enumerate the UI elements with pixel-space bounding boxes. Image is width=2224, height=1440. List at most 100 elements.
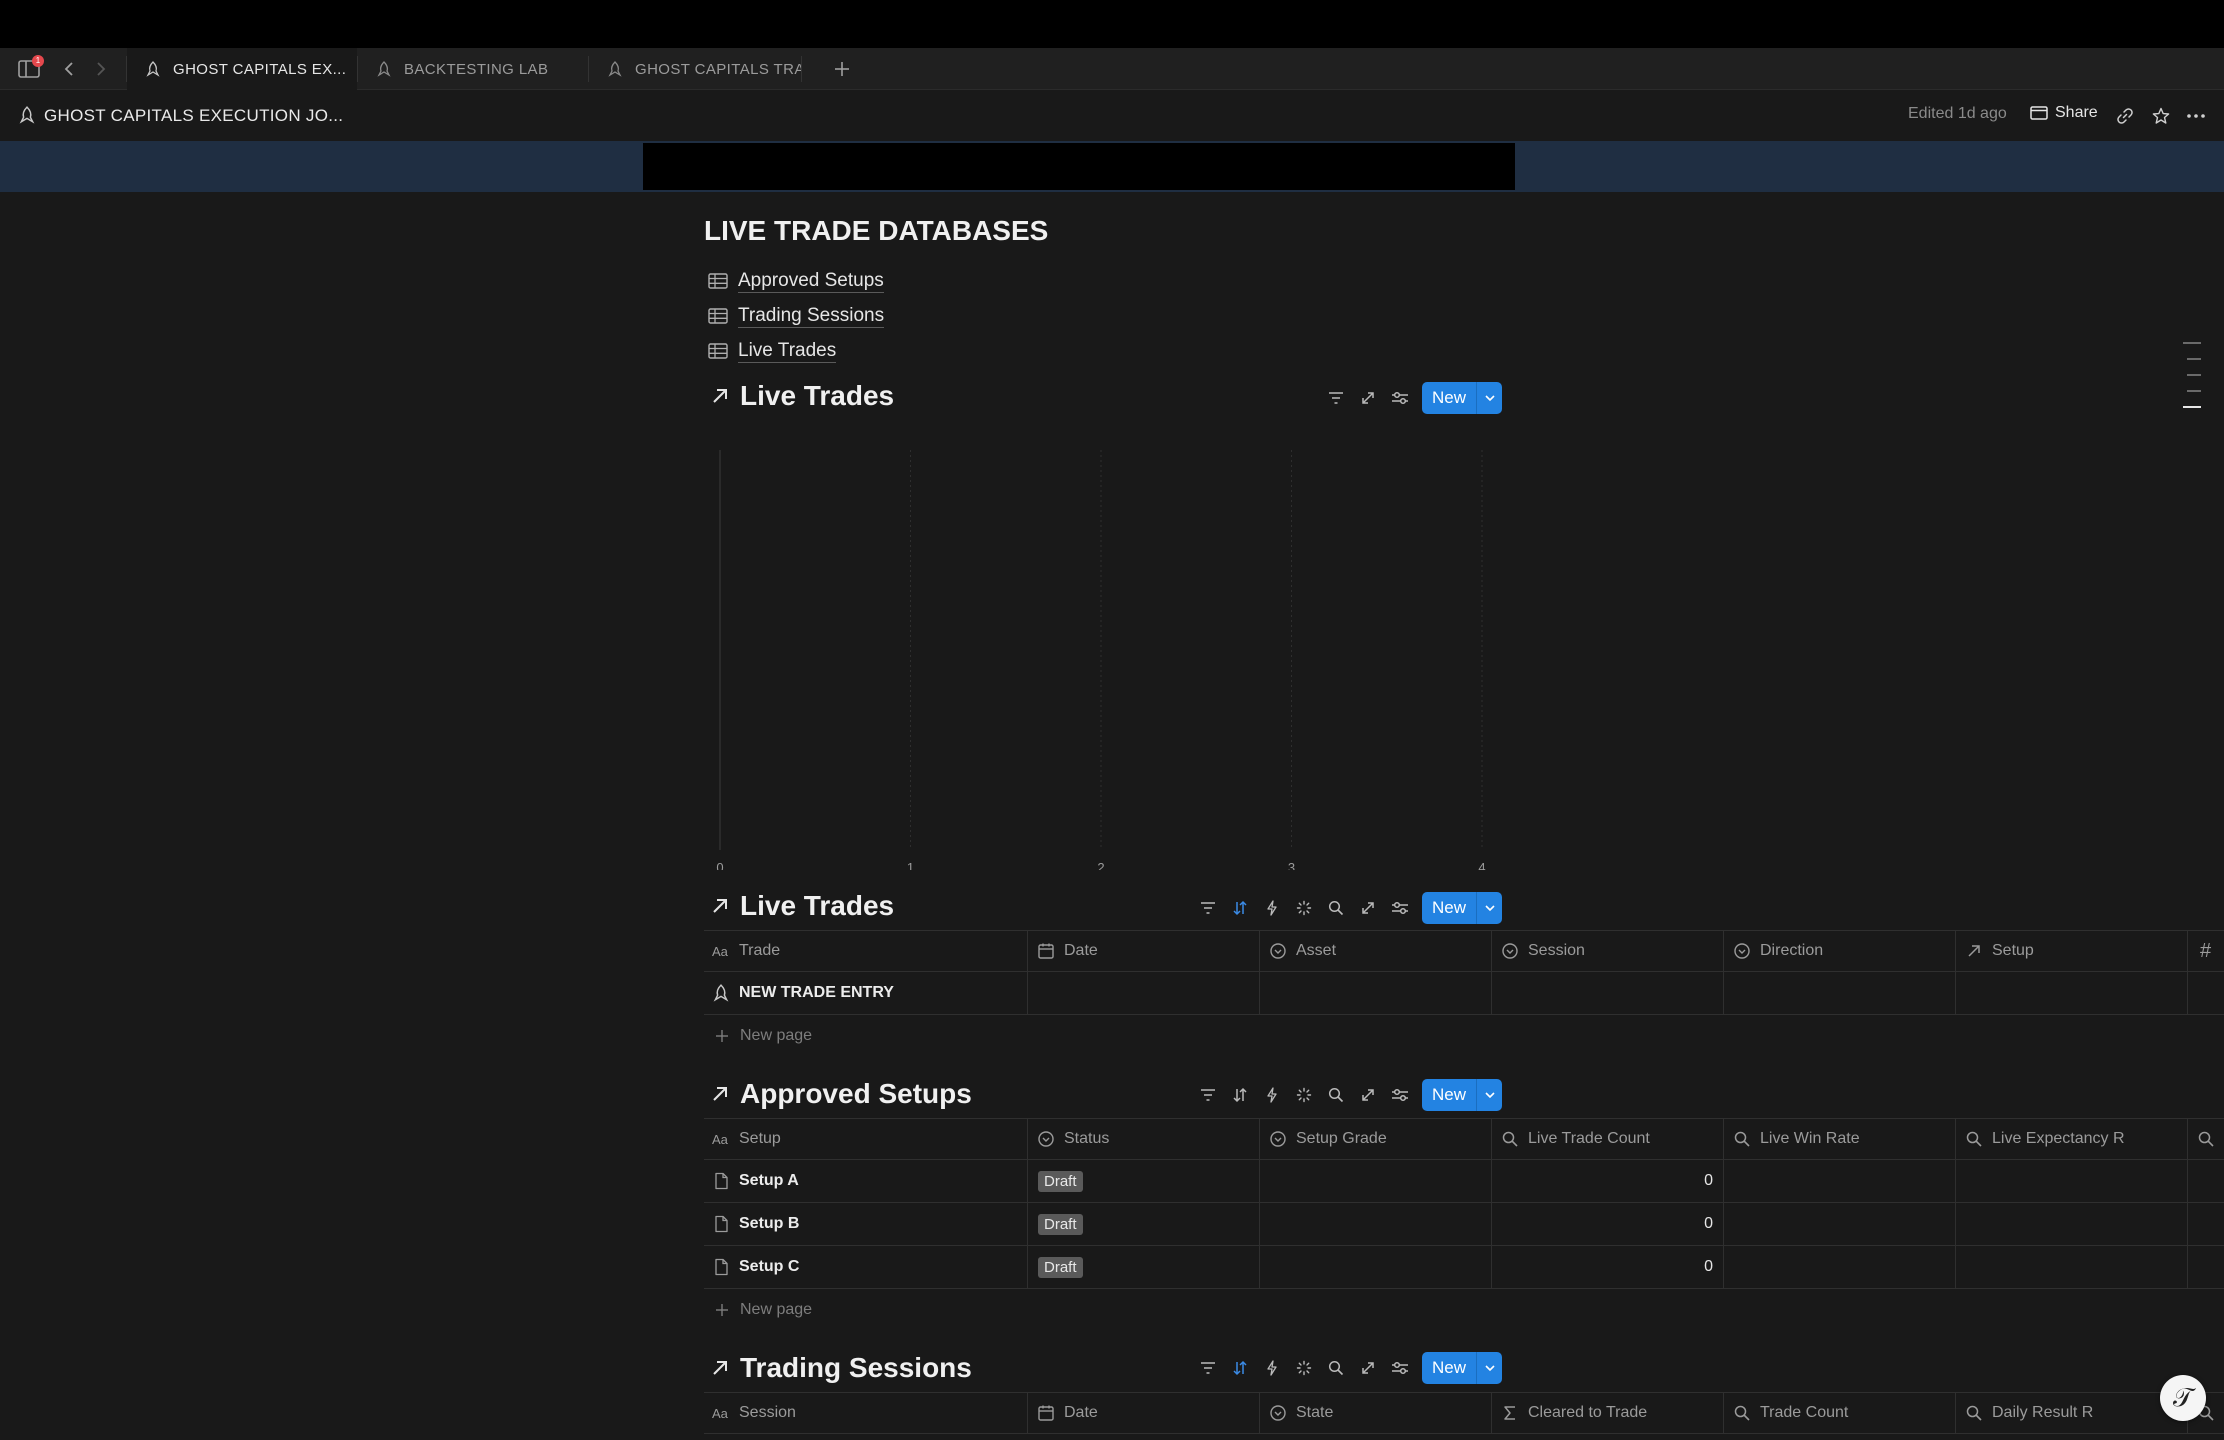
column-header-session[interactable]: Aa Session bbox=[704, 1393, 1028, 1433]
sort-icon[interactable] bbox=[1224, 892, 1256, 924]
settings-sliders-icon[interactable] bbox=[1384, 382, 1416, 414]
automation-bolt-icon[interactable] bbox=[1256, 892, 1288, 924]
cell-live-expectancy[interactable] bbox=[1956, 1203, 2188, 1245]
table-row[interactable]: Setup A Draft 0 bbox=[704, 1160, 2224, 1203]
db-link-live-trades[interactable]: Live Trades bbox=[708, 337, 837, 365]
back-icon[interactable] bbox=[58, 58, 80, 80]
chevron-down-icon[interactable] bbox=[1476, 892, 1502, 924]
cell-live-win-rate[interactable] bbox=[1724, 1246, 1956, 1288]
column-header-setup-grade[interactable]: Setup Grade bbox=[1260, 1119, 1492, 1159]
toc-marker[interactable] bbox=[2187, 374, 2201, 376]
column-header-setup[interactable]: Setup bbox=[1956, 931, 2188, 971]
automation-bolt-icon[interactable] bbox=[1256, 1079, 1288, 1111]
column-header-date[interactable]: Date bbox=[1028, 1393, 1260, 1433]
search-icon[interactable] bbox=[1320, 892, 1352, 924]
cell-live-win-rate[interactable] bbox=[1724, 1160, 1956, 1202]
cell-setup-grade[interactable] bbox=[1260, 1203, 1492, 1245]
db-link-approved-setups[interactable]: Approved Setups bbox=[708, 267, 884, 295]
table-row[interactable]: NEW TRADE ENTRY bbox=[704, 972, 2224, 1015]
table-row[interactable]: Setup C Draft 0 bbox=[704, 1246, 2224, 1289]
filter-icon[interactable] bbox=[1192, 1079, 1224, 1111]
live-trades-view-title[interactable]: Live Trades bbox=[710, 890, 894, 922]
star-icon[interactable] bbox=[2150, 105, 2172, 127]
cell-status[interactable]: Draft bbox=[1028, 1203, 1260, 1245]
column-header-trade-count[interactable]: Trade Count bbox=[1724, 1393, 1956, 1433]
column-header-live-trade-count[interactable]: Live Trade Count bbox=[1492, 1119, 1724, 1159]
ai-sparkle-icon[interactable] bbox=[1288, 892, 1320, 924]
filter-icon[interactable] bbox=[1192, 1352, 1224, 1384]
help-button[interactable]: 𝒯 bbox=[2160, 1375, 2206, 1421]
new-button[interactable]: New bbox=[1422, 1352, 1503, 1384]
settings-sliders-icon[interactable] bbox=[1384, 1079, 1416, 1111]
expand-icon[interactable] bbox=[1352, 892, 1384, 924]
expand-icon[interactable] bbox=[1352, 382, 1384, 414]
share-button[interactable]: Share bbox=[2030, 104, 2098, 122]
cell-asset[interactable] bbox=[1260, 972, 1492, 1014]
cell-live-trade-count[interactable]: 0 bbox=[1492, 1160, 1724, 1202]
cell-live-expectancy[interactable] bbox=[1956, 1246, 2188, 1288]
tab-ghost-capitals-execution[interactable]: GHOST CAPITALS EX... bbox=[127, 48, 357, 90]
cell-live-trade-count[interactable]: 0 bbox=[1492, 1203, 1724, 1245]
table-row[interactable]: Setup B Draft 0 bbox=[704, 1203, 2224, 1246]
more-options-icon[interactable] bbox=[2184, 105, 2208, 127]
toc-marker[interactable] bbox=[2187, 358, 2201, 360]
sort-icon[interactable] bbox=[1224, 1079, 1256, 1111]
new-page-row[interactable]: New page bbox=[704, 1015, 2224, 1057]
filter-icon[interactable] bbox=[1320, 382, 1352, 414]
column-header-session[interactable]: Session bbox=[1492, 931, 1724, 971]
new-button[interactable]: New bbox=[1422, 1079, 1503, 1111]
cell-setup[interactable] bbox=[1956, 972, 2188, 1014]
automation-bolt-icon[interactable] bbox=[1256, 1352, 1288, 1384]
chevron-down-icon[interactable] bbox=[1476, 1352, 1502, 1384]
cell-setup-grade[interactable] bbox=[1260, 1246, 1492, 1288]
chart-view-title[interactable]: Live Trades bbox=[710, 380, 894, 412]
toc-marker-active[interactable] bbox=[2183, 406, 2201, 408]
cell-status[interactable]: Draft bbox=[1028, 1160, 1260, 1202]
expand-icon[interactable] bbox=[1352, 1079, 1384, 1111]
cell-status[interactable]: Draft bbox=[1028, 1246, 1260, 1288]
search-icon[interactable] bbox=[1320, 1352, 1352, 1384]
cell-setup-grade[interactable] bbox=[1260, 1160, 1492, 1202]
sort-icon[interactable] bbox=[1224, 1352, 1256, 1384]
settings-sliders-icon[interactable] bbox=[1384, 892, 1416, 924]
search-icon[interactable] bbox=[1320, 1079, 1352, 1111]
column-header-trade[interactable]: Aa Trade bbox=[704, 931, 1028, 971]
cell-direction[interactable] bbox=[1724, 972, 1956, 1014]
new-page-row[interactable]: New page bbox=[704, 1289, 2224, 1331]
chevron-down-icon[interactable] bbox=[1476, 382, 1502, 414]
column-header-number[interactable]: # bbox=[2188, 931, 2224, 971]
toc-marker[interactable] bbox=[2187, 390, 2201, 392]
forward-icon[interactable] bbox=[90, 58, 112, 80]
cell-trade[interactable]: NEW TRADE ENTRY bbox=[704, 972, 1028, 1014]
cell-setup[interactable]: Setup A bbox=[704, 1160, 1028, 1202]
cell-live-trade-count[interactable]: 0 bbox=[1492, 1246, 1724, 1288]
column-header-daily-result[interactable]: Daily Result R bbox=[1956, 1393, 2188, 1433]
link-icon[interactable] bbox=[2114, 105, 2136, 127]
chevron-down-icon[interactable] bbox=[1476, 1079, 1502, 1111]
ai-sparkle-icon[interactable] bbox=[1288, 1352, 1320, 1384]
cell-setup[interactable]: Setup C bbox=[704, 1246, 1028, 1288]
tab-ghost-capitals-trading[interactable]: GHOST CAPITALS TRA bbox=[589, 48, 801, 90]
new-button[interactable]: New bbox=[1422, 892, 1503, 924]
filter-icon[interactable] bbox=[1192, 892, 1224, 924]
column-header-direction[interactable]: Direction bbox=[1724, 931, 1956, 971]
settings-sliders-icon[interactable] bbox=[1384, 1352, 1416, 1384]
cell-live-expectancy[interactable] bbox=[1956, 1160, 2188, 1202]
toc-marker[interactable] bbox=[2183, 342, 2201, 344]
column-header-state[interactable]: State bbox=[1260, 1393, 1492, 1433]
cell-session[interactable] bbox=[1492, 972, 1724, 1014]
breadcrumb-page-title[interactable]: GHOST CAPITALS EXECUTION JO... bbox=[44, 106, 343, 126]
trading-sessions-view-title[interactable]: Trading Sessions bbox=[710, 1352, 972, 1384]
column-header-asset[interactable]: Asset bbox=[1260, 931, 1492, 971]
column-header-live-win-rate[interactable]: Live Win Rate bbox=[1724, 1119, 1956, 1159]
expand-icon[interactable] bbox=[1352, 1352, 1384, 1384]
column-header-cleared-to-trade[interactable]: Cleared to Trade bbox=[1492, 1393, 1724, 1433]
ai-sparkle-icon[interactable] bbox=[1288, 1079, 1320, 1111]
approved-setups-view-title[interactable]: Approved Setups bbox=[710, 1078, 972, 1110]
column-header-more[interactable] bbox=[2188, 1119, 2224, 1159]
new-tab-icon[interactable] bbox=[830, 57, 854, 81]
column-header-date[interactable]: Date bbox=[1028, 931, 1260, 971]
db-link-trading-sessions[interactable]: Trading Sessions bbox=[708, 302, 885, 330]
column-header-status[interactable]: Status bbox=[1028, 1119, 1260, 1159]
new-button[interactable]: New bbox=[1422, 382, 1503, 414]
